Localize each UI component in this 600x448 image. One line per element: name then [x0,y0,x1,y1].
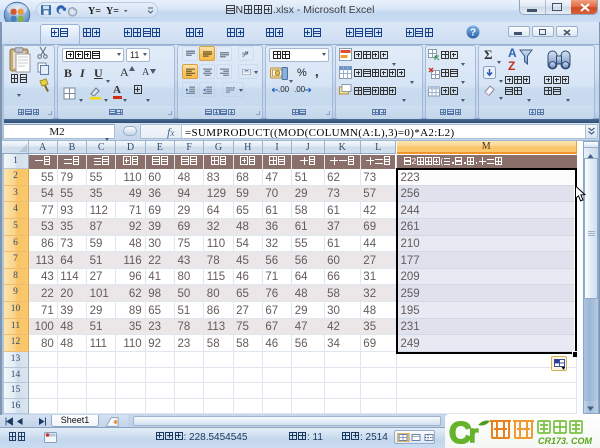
svg-text:Y=: Y= [106,6,119,17]
svg-text:Y=: Y= [88,6,101,17]
svg-text:A: A [508,46,517,60]
svg-text:ab: ab [242,51,248,57]
svg-text:r: r [469,421,478,448]
svg-text:Z: Z [508,59,515,73]
svg-text:?: ? [470,28,476,39]
svg-text:CR173. COM: CR173. COM [538,436,593,446]
